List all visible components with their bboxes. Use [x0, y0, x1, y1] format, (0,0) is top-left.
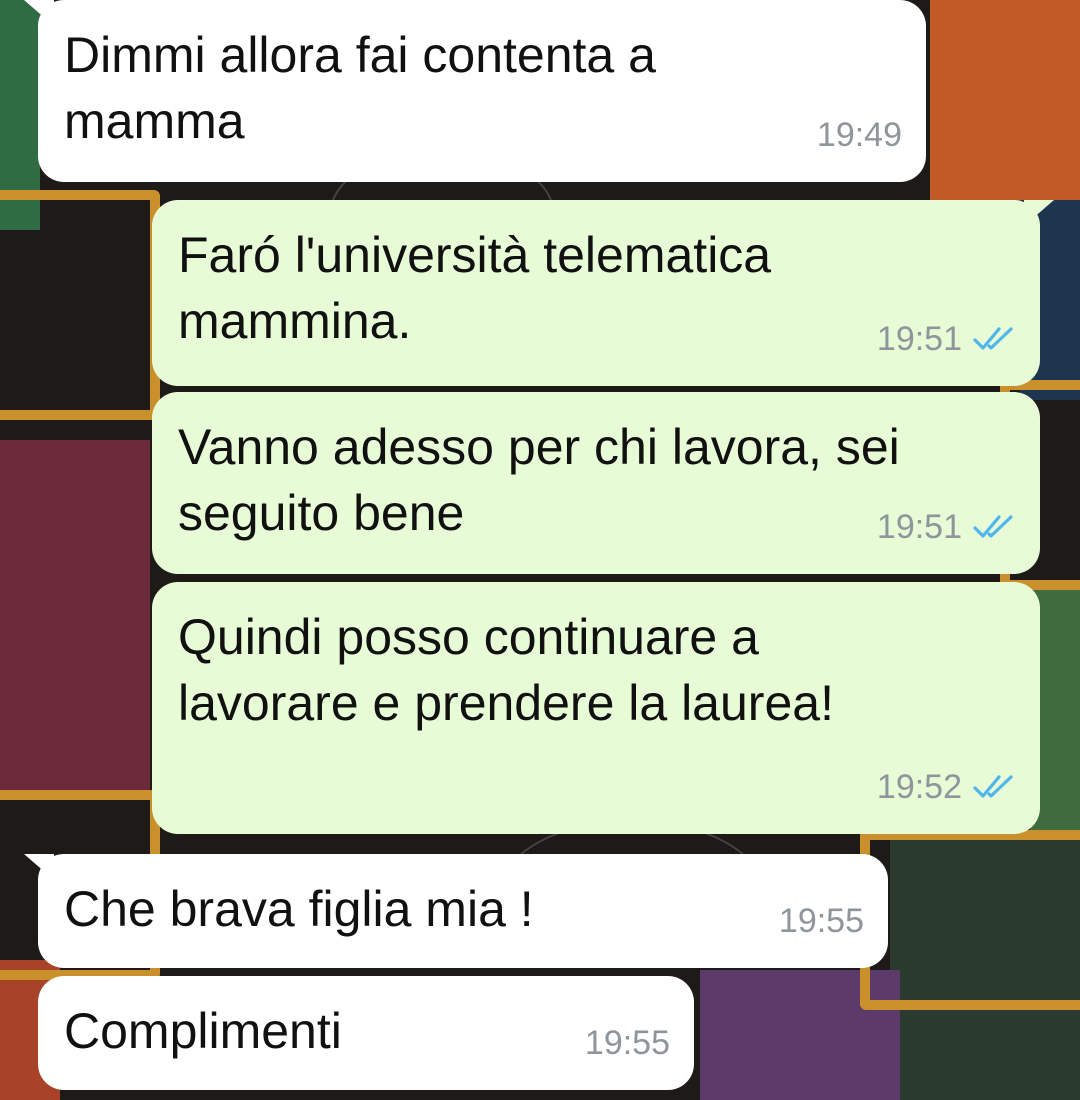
- message-bubble-outgoing[interactable]: Quindi posso continuare a lavorare e pre…: [152, 582, 1040, 834]
- message-time: 19:51: [876, 320, 962, 358]
- message-text: Che brava figlia mia !: [64, 881, 534, 937]
- message-time: 19:49: [816, 116, 902, 154]
- message-bubble-incoming[interactable]: Dimmi allora fai contenta a mamma 19:49: [24, 0, 926, 182]
- message-text: Quindi posso continuare a lavorare e pre…: [178, 609, 834, 731]
- message-meta: 19:51: [877, 306, 1016, 372]
- message-bubble-outgoing[interactable]: Faró l'università telematica mammina. 19…: [152, 200, 1054, 386]
- double-check-icon: [973, 515, 1013, 538]
- message-time: 19:55: [778, 902, 864, 940]
- message-meta: 19:55: [585, 1010, 670, 1076]
- message-text: Dimmi allora fai contenta a mamma: [64, 27, 656, 149]
- double-check-icon: [973, 775, 1013, 798]
- wallpaper-frame: [860, 830, 1080, 1010]
- message-time: 19:51: [876, 508, 962, 546]
- wallpaper-frame: [0, 190, 160, 420]
- message-time: 19:52: [876, 768, 962, 806]
- bubble-tail: [1024, 200, 1054, 226]
- bubble-tail: [24, 854, 54, 880]
- message-text: Complimenti: [64, 1003, 342, 1059]
- message-bubble-incoming[interactable]: Che brava figlia mia ! 19:55: [24, 854, 888, 968]
- bubble-tail: [24, 0, 54, 26]
- message-meta: 19:52: [877, 754, 1016, 820]
- message-meta: 19:55: [779, 888, 864, 954]
- message-meta: 19:51: [877, 494, 1016, 560]
- message-time: 19:55: [584, 1024, 670, 1062]
- message-meta: 19:49: [817, 102, 902, 168]
- wallpaper-panel: [0, 440, 150, 800]
- wallpaper-panel: [930, 0, 1080, 230]
- message-bubble-outgoing[interactable]: Vanno adesso per chi lavora, sei seguito…: [152, 392, 1040, 574]
- message-bubble-incoming[interactable]: Complimenti 19:55: [38, 976, 694, 1090]
- double-check-icon: [973, 327, 1013, 350]
